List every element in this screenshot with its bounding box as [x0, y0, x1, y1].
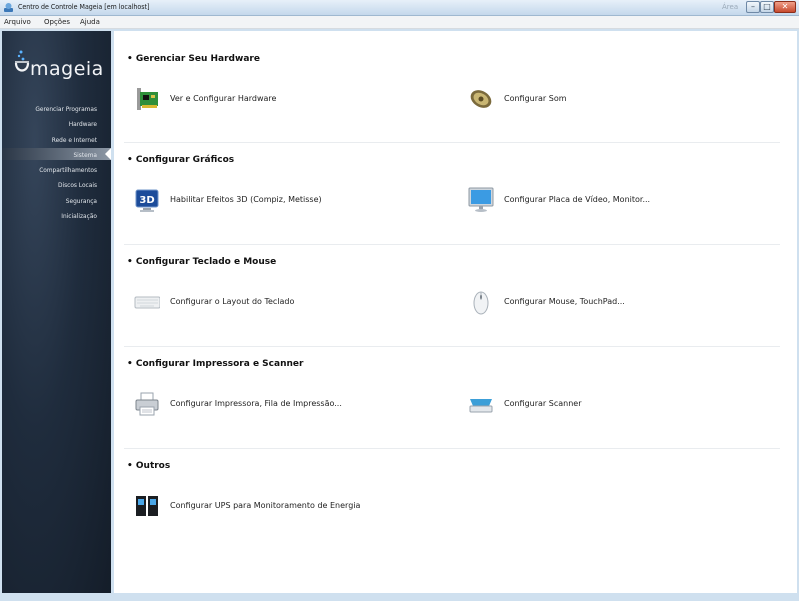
item-configurar-impressora[interactable]: Configurar Impressora, Fila de Impressão… — [134, 391, 434, 417]
item-configurar-scanner[interactable]: Configurar Scanner — [468, 391, 768, 417]
item-label: Configurar UPS para Monitoramento de Ene… — [170, 501, 361, 510]
ups-icon — [136, 496, 158, 516]
section-divider — [124, 346, 780, 347]
mageia-logo-icon — [14, 50, 30, 72]
item-label: Ver e Configurar Hardware — [170, 94, 277, 103]
mageia-logo-text: mageia — [30, 58, 104, 80]
item-configurar-layout-teclado[interactable]: Configurar o Layout do Teclado — [134, 289, 434, 315]
sidebar: mageia Gerenciar Programas Hardware Rede… — [2, 31, 111, 593]
minimize-button[interactable]: – — [746, 1, 760, 13]
window-ghost-text: Área — [722, 3, 739, 11]
section-title-teclado-mouse: • Configurar Teclado e Mouse — [127, 257, 277, 267]
printer-icon — [135, 392, 159, 416]
main-panel: • Gerenciar Seu Hardware Ver e Configura… — [114, 31, 797, 593]
item-label: Configurar Scanner — [504, 399, 582, 408]
item-label: Configurar Mouse, TouchPad... — [504, 297, 625, 306]
hardware-card-icon — [137, 88, 158, 110]
window-titlebar[interactable]: Centro de Controle Mageia [em localhost]… — [0, 0, 799, 16]
item-configurar-som[interactable]: Configurar Som — [468, 86, 768, 112]
section-title-impressora-scanner: • Configurar Impressora e Scanner — [127, 359, 304, 369]
section-divider — [124, 142, 780, 143]
section-title-graficos: • Configurar Gráficos — [127, 155, 235, 165]
close-button[interactable]: ✕ — [774, 1, 796, 13]
maximize-button[interactable]: □ — [760, 1, 774, 13]
window-bottom-edge — [0, 593, 799, 601]
sidebar-item-compartilhamentos[interactable]: Compartilhamentos — [39, 166, 97, 174]
item-ver-configurar-hardware[interactable]: Ver e Configurar Hardware — [134, 86, 434, 112]
item-label: Configurar o Layout do Teclado — [170, 297, 295, 306]
sidebar-item-rede-internet[interactable]: Rede e Internet — [52, 136, 97, 144]
item-label: Configurar Placa de Vídeo, Monitor... — [504, 195, 651, 204]
section-divider — [124, 448, 780, 449]
sidebar-item-sistema[interactable]: Sistema — [73, 151, 97, 159]
section-title-hardware: • Gerenciar Seu Hardware — [127, 54, 260, 64]
menu-ajuda[interactable]: Ajuda — [80, 18, 100, 26]
sidebar-item-discos-locais[interactable]: Discos Locais — [58, 181, 97, 189]
item-configurar-placa-video[interactable]: Configurar Placa de Vídeo, Monitor... — [468, 187, 768, 213]
item-configurar-mouse[interactable]: Configurar Mouse, TouchPad... — [468, 289, 768, 315]
menubar: Arquivo Opções Ajuda — [0, 16, 799, 29]
section-divider — [124, 244, 780, 245]
item-label: Configurar Som — [504, 94, 567, 103]
item-habilitar-efeitos-3d[interactable]: 3D Habilitar Efeitos 3D (Compiz, Metisse… — [134, 187, 434, 213]
sidebar-item-inicializacao[interactable]: Inicialização — [61, 212, 97, 220]
svg-text:3D: 3D — [139, 195, 154, 206]
menu-arquivo[interactable]: Arquivo — [4, 18, 31, 26]
window-title: Centro de Controle Mageia [em localhost] — [18, 3, 150, 11]
item-label: Habilitar Efeitos 3D (Compiz, Metisse) — [170, 195, 322, 204]
mouse-icon — [473, 291, 489, 315]
section-title-outros: • Outros — [127, 461, 171, 471]
menu-opcoes[interactable]: Opções — [44, 18, 70, 26]
sidebar-item-gerenciar-programas[interactable]: Gerenciar Programas — [35, 105, 97, 113]
item-configurar-ups[interactable]: Configurar UPS para Monitoramento de Ene… — [134, 493, 434, 519]
mageia-app-icon — [4, 3, 13, 12]
item-label: Configurar Impressora, Fila de Impressão… — [170, 399, 342, 408]
speaker-icon — [470, 90, 492, 108]
sidebar-item-hardware[interactable]: Hardware — [69, 120, 97, 128]
active-pointer-icon — [105, 148, 111, 160]
sidebar-item-seguranca[interactable]: Segurança — [66, 197, 97, 205]
monitor-icon — [468, 187, 494, 212]
keyboard-icon — [134, 296, 160, 309]
scanner-icon — [469, 399, 493, 413]
3d-effects-icon: 3D — [135, 189, 159, 212]
